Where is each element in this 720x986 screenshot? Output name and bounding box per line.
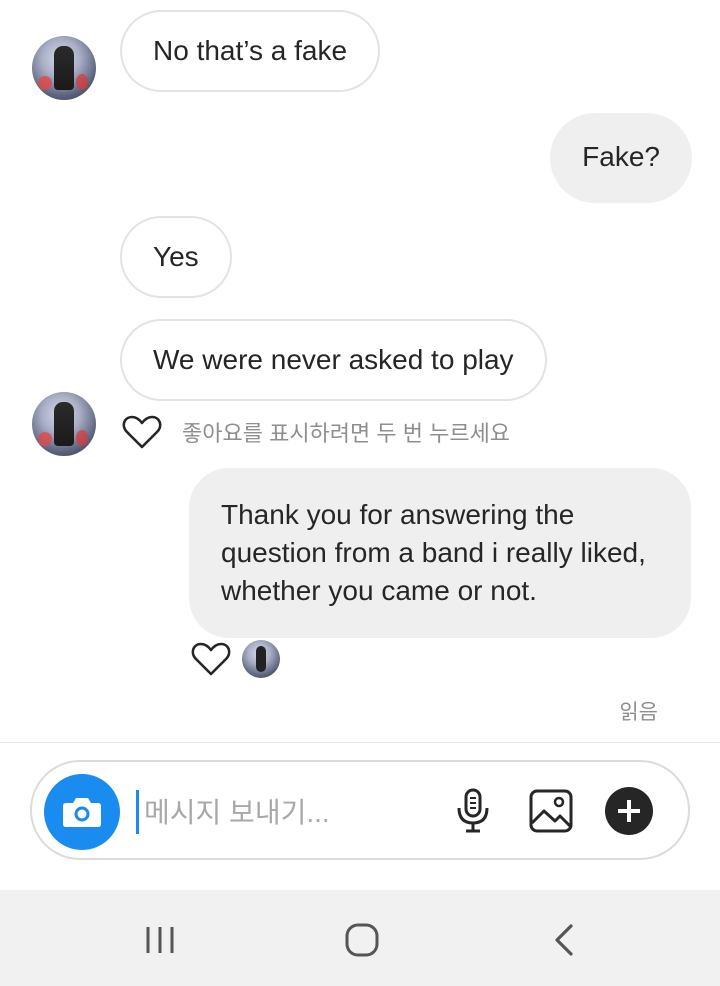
message-text: Fake?: [582, 141, 660, 172]
divider: [0, 742, 720, 743]
message-bubble-incoming[interactable]: Yes: [120, 216, 232, 298]
message-input[interactable]: [142, 788, 446, 838]
message-text: No that’s a fake: [153, 35, 348, 66]
gallery-icon: [529, 789, 573, 833]
reaction-avatar[interactable]: [242, 640, 280, 678]
gallery-button[interactable]: [526, 786, 576, 836]
home-button[interactable]: [332, 918, 392, 962]
message-bubble-incoming[interactable]: We were never asked to play: [120, 319, 547, 401]
message-text: Thank you for answering the question fro…: [221, 499, 646, 606]
camera-button[interactable]: [44, 774, 120, 850]
microphone-button[interactable]: [448, 786, 498, 836]
message-bubble-outgoing[interactable]: Fake?: [550, 113, 692, 203]
camera-icon: [63, 798, 101, 827]
back-button[interactable]: [534, 918, 594, 962]
message-text: Yes: [153, 241, 199, 272]
text-caret: [136, 790, 139, 834]
sender-avatar[interactable]: [32, 392, 96, 456]
system-navigation-bar: [0, 890, 720, 986]
seen-status: 읽음: [619, 701, 658, 724]
message-composer: [30, 760, 690, 860]
home-icon: [345, 923, 379, 957]
sender-avatar[interactable]: [32, 36, 96, 100]
chat-thread: No that’s a fake Fake? Yes We were never…: [0, 0, 720, 742]
heart-outline-icon[interactable]: [122, 414, 162, 450]
plus-icon: [605, 787, 653, 835]
like-hint-text: 좋아요를 표시하려면 두 번 누르세요: [182, 421, 511, 446]
message-text: We were never asked to play: [153, 344, 514, 375]
message-bubble-outgoing[interactable]: Thank you for answering the question fro…: [189, 468, 691, 638]
back-icon: [555, 924, 573, 956]
microphone-icon: [457, 788, 489, 833]
message-bubble-incoming[interactable]: No that’s a fake: [120, 10, 381, 92]
add-button[interactable]: [604, 786, 654, 836]
like-hint-row: 좋아요를 표시하려면 두 번 누르세요: [122, 414, 510, 450]
recent-apps-button[interactable]: [130, 918, 190, 962]
recent-apps-icon: [146, 927, 174, 953]
heart-outline-icon[interactable]: [191, 641, 231, 677]
